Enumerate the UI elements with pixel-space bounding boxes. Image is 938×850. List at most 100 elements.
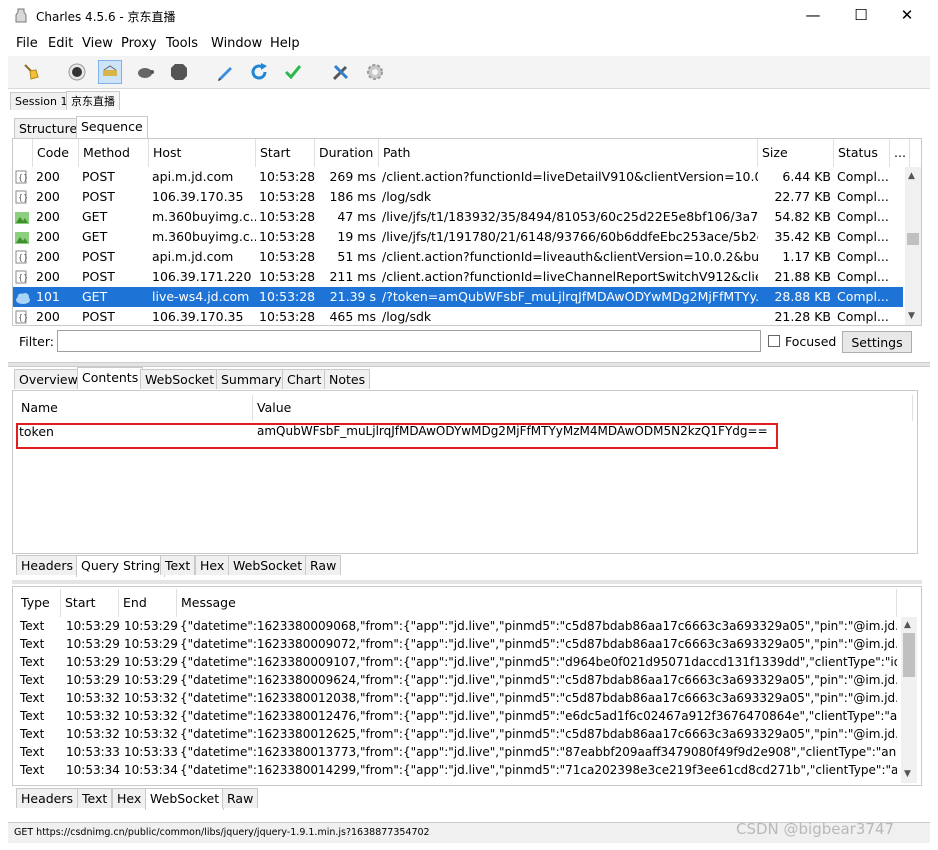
message-row[interactable]: Text 10:53:29 10:53:29 {"datetime":16233800… <box>17 635 897 653</box>
msg-header-type[interactable]: Type <box>17 589 61 617</box>
msg-cell-message: {"datetime":1623380009072,"from":{"app":… <box>180 637 897 651</box>
scroll-up-icon[interactable]: ▲ <box>904 620 911 630</box>
maximize-button[interactable]: ☐ <box>838 0 884 32</box>
pen-icon[interactable] <box>214 61 236 83</box>
menu-window[interactable]: Window <box>211 36 262 51</box>
table-row[interactable]: {} 200 POST api.m.jd.com 10:53:28 269 ms/clie… <box>13 167 903 187</box>
column-start[interactable]: Start <box>256 139 315 167</box>
focused-checkbox[interactable] <box>768 335 780 347</box>
close-button[interactable]: ✕ <box>884 0 930 32</box>
req-tab-query-string[interactable]: Query String <box>76 555 166 577</box>
message-row[interactable]: Text 10:53:29 10:53:29 {"datetime":16233800… <box>17 671 897 689</box>
message-row[interactable]: Text 10:53:33 10:53:33 {"datetime":16233800… <box>17 743 897 761</box>
svg-text:{}: {} <box>18 273 27 282</box>
tools-icon[interactable] <box>330 61 352 83</box>
split-divider[interactable] <box>8 362 930 367</box>
req-tab-text[interactable]: Text <box>160 555 196 575</box>
stop-icon[interactable] <box>168 61 190 83</box>
req-tab-raw[interactable]: Raw <box>305 555 342 575</box>
tab-chart[interactable]: Chart <box>282 369 327 389</box>
cell-size: 22.77 KB <box>774 189 831 204</box>
messages-scrollbar[interactable]: ▲ ▼ <box>901 617 917 783</box>
scroll-up-icon[interactable]: ▲ <box>908 171 915 181</box>
message-row[interactable]: Text 10:53:32 10:53:32 {"datetime":16233800… <box>17 725 897 743</box>
minimize-button[interactable]: — <box>790 0 836 32</box>
split-divider-2[interactable] <box>12 580 922 584</box>
gear-icon[interactable] <box>364 61 386 83</box>
check-icon[interactable] <box>282 61 304 83</box>
table-row-selected[interactable]: 101 GET live-ws4.jd.com 10:53:28 21.39 s /?to… <box>13 287 903 307</box>
cell-host: m.360buyimg.c... <box>152 229 256 244</box>
menu-view[interactable]: View <box>82 36 113 51</box>
column-host[interactable]: Host <box>149 139 256 167</box>
column-more[interactable]: ... <box>890 139 910 167</box>
turtle-icon[interactable] <box>134 61 156 83</box>
broom-icon[interactable] <box>20 61 42 83</box>
refresh-icon[interactable] <box>248 61 270 83</box>
cell-start: 10:53:28 <box>259 309 315 324</box>
menu-file[interactable]: File <box>16 36 38 51</box>
column-code[interactable]: Code <box>33 139 79 167</box>
tab-structure[interactable]: Structure <box>14 118 83 138</box>
message-row[interactable]: Text 10:53:29 10:53:29 {"datetime":16233800… <box>17 617 897 635</box>
cell-status: Compl... <box>837 309 889 324</box>
msg-cell-message: {"datetime":1623380009624,"from":{"app":… <box>180 673 897 687</box>
table-row[interactable]: {} 200 POST 106.39.171.220 10:53:28 211 ms/cl… <box>13 267 903 287</box>
message-row[interactable]: Text 10:53:32 10:53:32 {"datetime":16233800… <box>17 689 897 707</box>
scroll-down-icon[interactable]: ▼ <box>908 311 915 321</box>
message-row[interactable]: Text 10:53:29 10:53:29 {"datetime":16233800… <box>17 653 897 671</box>
highlight-box <box>16 423 778 449</box>
resp-tab-text[interactable]: Text <box>77 788 113 808</box>
msg-header-start[interactable]: Start <box>61 589 119 617</box>
column-duration[interactable]: Duration <box>315 139 379 167</box>
tab-notes[interactable]: Notes <box>324 369 371 389</box>
req-tab-websocket[interactable]: WebSocket <box>228 555 308 575</box>
settings-button[interactable]: Settings <box>842 331 912 353</box>
msg-cell-end: 10:53:32 <box>124 727 178 741</box>
tab-websocket[interactable]: WebSocket <box>140 369 220 389</box>
tab-overview[interactable]: Overview <box>14 369 83 389</box>
scroll-down-icon[interactable]: ▼ <box>904 769 911 779</box>
message-row[interactable]: Text 10:53:34 10:53:34 {"datetime":16233800… <box>17 761 897 779</box>
msg-header-message[interactable]: Message <box>177 589 897 617</box>
resp-tab-websocket[interactable]: WebSocket <box>145 788 225 810</box>
table-row[interactable]: {} 200 POST 106.39.170.35 10:53:28 186 ms/log… <box>13 187 903 207</box>
cell-method: GET <box>82 289 108 304</box>
tab-contents[interactable]: Contents <box>77 367 144 389</box>
filter-input[interactable] <box>57 330 761 352</box>
msg-header-end[interactable]: End <box>119 589 177 617</box>
column-path[interactable]: Path <box>379 139 758 167</box>
tab-summary[interactable]: Summary <box>216 369 287 389</box>
column-method[interactable]: Method <box>79 139 149 167</box>
query-header-name[interactable]: Name <box>17 395 253 421</box>
scroll-thumb[interactable] <box>903 633 915 677</box>
req-tab-headers[interactable]: Headers <box>16 555 79 575</box>
session-tab-jd[interactable]: 京东直播 <box>66 91 120 110</box>
tab-sequence[interactable]: Sequence <box>76 116 148 138</box>
menu-help[interactable]: Help <box>270 36 300 51</box>
menu-tools[interactable]: Tools <box>166 36 198 51</box>
req-tab-hex[interactable]: Hex <box>195 555 230 575</box>
resp-tab-hex[interactable]: Hex <box>112 788 147 808</box>
record-icon[interactable] <box>66 61 88 83</box>
msg-cell-message: {"datetime":1623380009068,"from":{"app":… <box>180 619 897 633</box>
table-row[interactable]: 200 GET m.360buyimg.c... 10:53:28 47 ms/live… <box>13 207 903 227</box>
resp-tab-raw[interactable]: Raw <box>222 788 259 808</box>
table-row[interactable]: {} 200 POST api.m.jd.com 10:53:28 51 ms/clien… <box>13 247 903 267</box>
session-tab-1[interactable]: Session 1 <box>10 92 73 110</box>
menu-proxy[interactable]: Proxy <box>121 36 157 51</box>
message-row[interactable]: Text 10:53:32 10:53:32 {"datetime":16233800… <box>17 707 897 725</box>
resp-tab-headers[interactable]: Headers <box>16 788 79 808</box>
column-status[interactable]: Status <box>834 139 890 167</box>
document-icon: {} <box>15 187 33 207</box>
cell-path: /client.action?functionId=liveDetailV910… <box>382 169 758 184</box>
table-row[interactable]: 200 GET m.360buyimg.c... 10:53:28 19 ms/live… <box>13 227 903 247</box>
throttle-icon[interactable] <box>98 60 122 84</box>
column-size[interactable]: Size <box>758 139 834 167</box>
websocket-messages-panel: Type Start End Message Text 10:53:29 10:53… <box>12 586 922 786</box>
query-header-value[interactable]: Value <box>253 395 913 421</box>
sequence-scrollbar[interactable]: ▲ ▼ <box>905 167 921 325</box>
table-row[interactable]: {} 200 POST 106.39.170.35 10:53:28 465 ms/log… <box>13 307 903 327</box>
scroll-thumb[interactable] <box>907 233 919 245</box>
menu-edit[interactable]: Edit <box>48 36 73 51</box>
